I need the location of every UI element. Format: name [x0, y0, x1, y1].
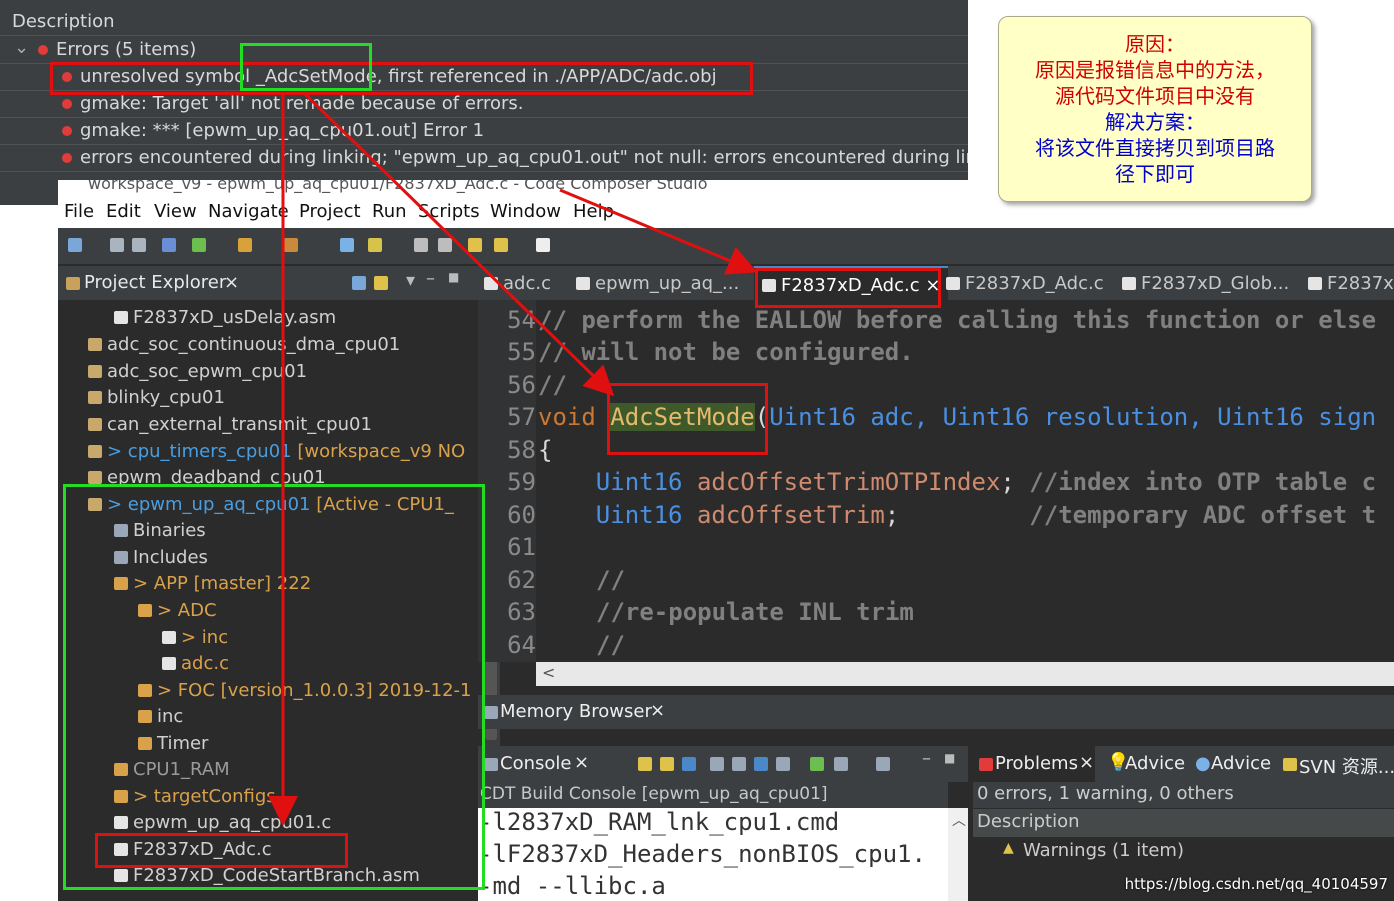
note-line: 将该文件直接拷贝到项目路: [1035, 136, 1275, 160]
note-line: 解决方案：: [1105, 110, 1205, 134]
note-line: 原因是报错信息中的方法，: [1035, 58, 1275, 82]
watermark: https://blog.csdn.net/qq_40104597: [1124, 875, 1388, 893]
arrow-to-function: [303, 92, 615, 397]
note-line: 源代码文件项目中没有: [1055, 84, 1255, 108]
explanation-note: 原因： 原因是报错信息中的方法， 源代码文件项目中没有 解决方案： 将该文件直接…: [998, 16, 1312, 202]
note-line: 径下即可: [1115, 162, 1195, 186]
arrow-to-tab: [559, 188, 758, 275]
note-line: 原因：: [1125, 32, 1185, 56]
